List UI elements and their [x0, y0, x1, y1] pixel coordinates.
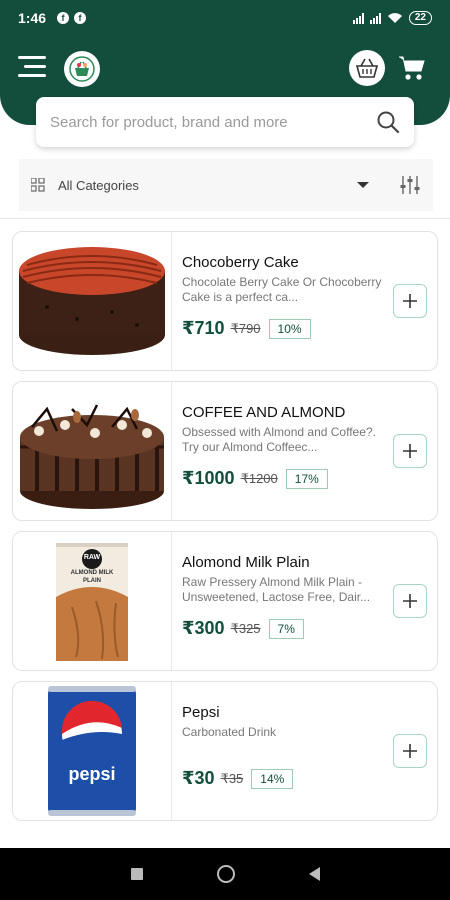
product-card[interactable]: COFFEE AND ALMOND Obsessed with Almond a… [12, 381, 438, 521]
product-info: Alomond Milk Plain Raw Pressery Almond M… [172, 532, 437, 670]
menu-icon[interactable] [18, 56, 46, 78]
search-input[interactable] [50, 113, 376, 131]
plus-icon [403, 744, 417, 758]
product-image [13, 232, 172, 370]
product-description: Obsessed with Almond and Coffee?. Try ou… [182, 425, 376, 454]
product-image [13, 382, 172, 520]
product-price: ₹1000 [182, 468, 235, 488]
battery-indicator: 22 [408, 11, 432, 25]
app-logo[interactable] [64, 51, 100, 87]
status-time: 1:46 [18, 10, 47, 26]
facebook-notification-icon: f [57, 12, 70, 24]
add-to-cart-button[interactable] [393, 284, 427, 318]
price-row: ₹300 ₹325 7% [182, 618, 437, 639]
recents-button[interactable] [130, 868, 143, 880]
search-bar[interactable] [36, 97, 414, 147]
carton-label-text: ALMOND MILK PLAIN [70, 570, 114, 584]
product-info: COFFEE AND ALMOND Obsessed with Almond a… [172, 382, 437, 520]
system-navigation-bar [0, 848, 450, 900]
app-screen: 1:46 f f 22 Search for product, brand an… [0, 0, 450, 900]
raw-logo-text: RAW [83, 553, 101, 561]
pepsi-can-image [48, 686, 136, 816]
product-name: Pepsi [182, 704, 220, 721]
cake-image [20, 404, 164, 509]
back-button[interactable] [308, 867, 320, 881]
product-image: RAW ALMOND MILK PLAIN [13, 532, 172, 670]
product-description: Carbonated Drink [182, 725, 277, 739]
status-indicators: 22 [352, 11, 432, 25]
wifi-icon [387, 13, 402, 23]
product-card[interactable]: RAW ALMOND MILK PLAIN Alomond Milk Plain… [12, 531, 438, 671]
product-mrp: ₹325 [230, 620, 261, 636]
divider [0, 218, 450, 219]
add-to-cart-button[interactable] [393, 734, 427, 768]
product-price: ₹710 [182, 318, 225, 338]
cart-icon [399, 56, 425, 80]
plus-icon [403, 594, 417, 608]
plus-icon [403, 444, 417, 458]
plus-icon [403, 294, 417, 308]
chevron-down-icon[interactable] [357, 182, 369, 188]
cart-button[interactable] [398, 54, 426, 82]
product-description: Raw Pressery Almond Milk Plain - Unsweet… [182, 575, 371, 604]
discount-badge: 14% [251, 768, 294, 789]
product-info: Pepsi Carbonated Drink ₹30 ₹35 14% [172, 682, 437, 820]
product-name: COFFEE AND ALMOND [182, 404, 346, 421]
product-price: ₹300 [182, 618, 225, 638]
basket-icon [355, 58, 379, 78]
product-price: ₹30 [182, 768, 215, 788]
basket-logo-icon [69, 56, 95, 82]
price-row: ₹710 ₹790 10% [182, 318, 437, 339]
product-mrp: ₹35 [220, 770, 244, 786]
product-description: Chocolate Berry Cake Or Chocoberry Cake … [182, 275, 382, 304]
pepsi-label-text: pepsi [68, 764, 116, 784]
category-dropdown[interactable]: All Categories [58, 178, 357, 193]
status-bar: 1:46 f f 22 [0, 0, 450, 36]
product-image: pepsi [13, 682, 172, 820]
product-mrp: ₹1200 [240, 470, 278, 486]
product-card[interactable]: Chocoberry Cake Chocolate Berry Cake Or … [12, 231, 438, 371]
product-info: Chocoberry Cake Chocolate Berry Cake Or … [172, 232, 437, 370]
category-bar: All Categories [19, 159, 433, 211]
signal-icon-2 [369, 12, 381, 24]
product-card[interactable]: pepsi Pepsi Carbonated Drink ₹30 ₹35 14% [12, 681, 438, 821]
grid-icon [31, 178, 45, 192]
signal-icon [352, 12, 364, 24]
product-name: Alomond Milk Plain [182, 554, 310, 571]
discount-badge: 10% [268, 318, 311, 339]
discount-badge: 17% [285, 468, 328, 489]
filter-icon[interactable] [399, 174, 421, 196]
product-name: Chocoberry Cake [182, 254, 299, 271]
discount-badge: 7% [268, 618, 304, 639]
price-row: ₹1000 ₹1200 17% [182, 468, 437, 489]
home-button[interactable] [216, 865, 235, 883]
price-row: ₹30 ₹35 14% [182, 768, 437, 789]
add-to-cart-button[interactable] [393, 434, 427, 468]
search-icon[interactable] [376, 110, 400, 134]
cake-image [19, 247, 165, 355]
facebook-notification-icon: f [74, 12, 87, 24]
product-mrp: ₹790 [230, 320, 261, 336]
add-to-cart-button[interactable] [393, 584, 427, 618]
basket-button[interactable] [349, 50, 385, 86]
